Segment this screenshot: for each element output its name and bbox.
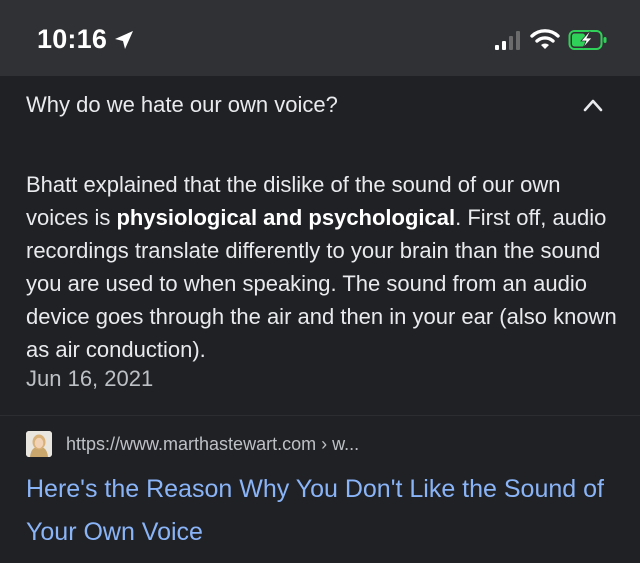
answer-date: Jun 16, 2021 (26, 366, 154, 391)
site-favicon[interactable] (26, 431, 52, 457)
cellular-signal-icon (495, 31, 520, 50)
chevron-up-icon[interactable] (582, 96, 604, 114)
question-header[interactable]: Why do we hate our own voice? (0, 76, 640, 146)
battery-charging-icon (568, 30, 607, 50)
answer-highlight: physiological and psychological (116, 205, 456, 230)
status-bar: 10:16 (0, 0, 640, 76)
answer-snippet: Bhatt explained that the dislike of the … (26, 168, 626, 366)
status-time: 10:16 (37, 24, 108, 54)
avatar-image (26, 431, 52, 457)
location-arrow-icon (115, 31, 133, 49)
question-text: Why do we hate our own voice? (26, 92, 338, 117)
result-title-link[interactable]: Here's the Reason Why You Don't Like the… (26, 468, 616, 554)
source-url[interactable]: https://www.marthastewart.com › w... (66, 434, 359, 455)
wifi-icon (530, 29, 560, 49)
divider (0, 415, 640, 416)
